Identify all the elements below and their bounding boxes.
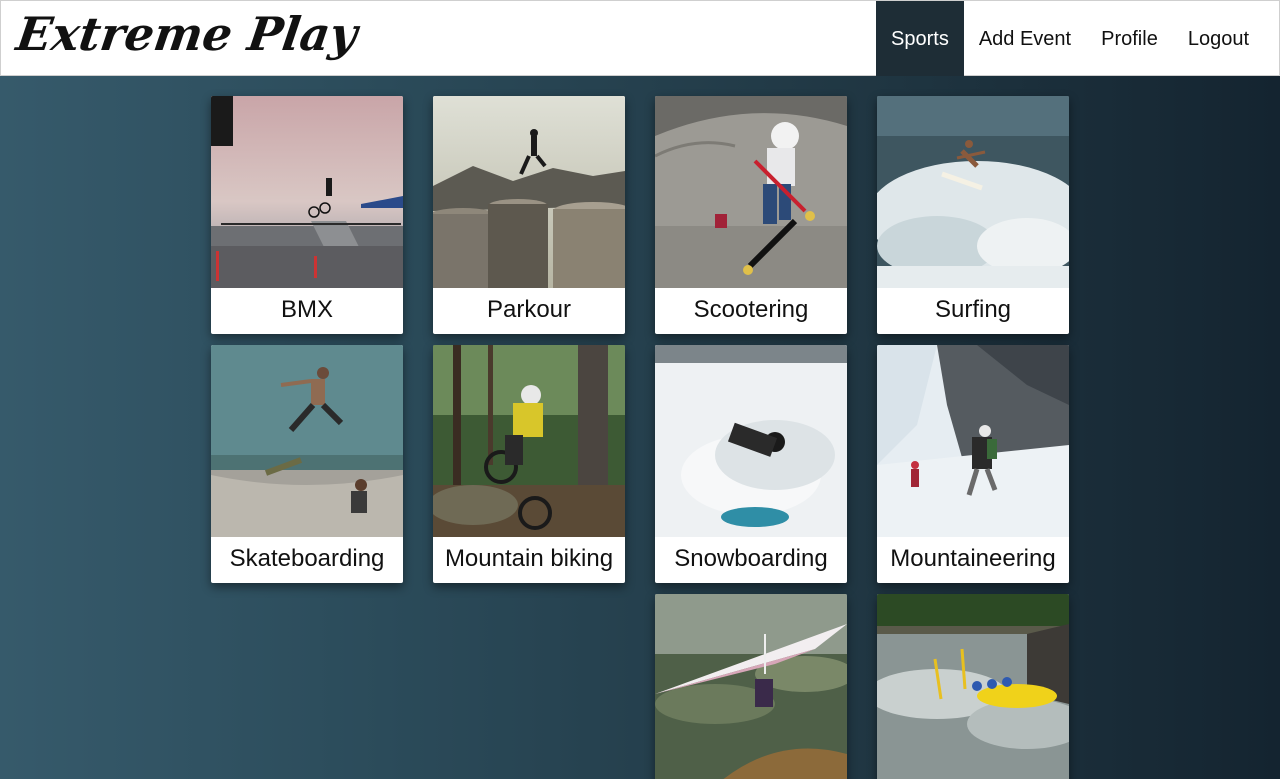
mountain-biking-photo — [433, 345, 625, 537]
nav-item-add-event[interactable]: Add Event — [964, 1, 1086, 76]
sport-card-bmx[interactable]: BMX — [211, 96, 403, 334]
hang-gliding-photo — [655, 594, 847, 779]
sport-card-surfing[interactable]: Surfing — [877, 96, 1069, 334]
nav-item-sports[interactable]: Sports — [876, 1, 964, 76]
sport-card-parkour[interactable]: Parkour — [433, 96, 625, 334]
sport-card-label: Mountaineering — [890, 545, 1056, 572]
rafting-photo — [877, 594, 1069, 779]
app-logo[interactable]: Extreme Play — [13, 7, 360, 61]
skateboarding-photo — [211, 345, 403, 537]
sport-card-rafting[interactable] — [877, 594, 1069, 779]
sport-card-label: Snowboarding — [674, 545, 828, 572]
snowboarding-photo — [655, 345, 847, 537]
sport-card-label: Scootering — [693, 296, 809, 323]
sport-card-mountain-biking[interactable]: Mountain biking — [433, 345, 625, 583]
surfing-photo — [877, 96, 1069, 288]
sport-card-hang-gliding[interactable] — [655, 594, 847, 779]
nav-item-logout[interactable]: Logout — [1173, 1, 1264, 76]
parkour-photo — [433, 96, 625, 288]
mountaineering-photo — [877, 345, 1069, 537]
sport-card-mountaineering[interactable]: Mountaineering — [877, 345, 1069, 583]
sport-card-skateboarding[interactable]: Skateboarding — [211, 345, 403, 583]
sport-card-label: BMX — [280, 296, 333, 323]
bmx-photo — [211, 96, 403, 288]
scootering-photo — [655, 96, 847, 288]
sport-card-label: Surfing — [934, 296, 1012, 323]
sport-card-label: Mountain biking — [444, 545, 614, 572]
sport-card-label: Parkour — [486, 296, 572, 323]
sport-card-label: Skateboarding — [229, 545, 385, 572]
nav-links: Sports Add Event Profile Logout — [876, 1, 1264, 76]
nav-item-profile[interactable]: Profile — [1086, 1, 1173, 76]
sport-card-snowboarding[interactable]: Snowboarding — [655, 345, 847, 583]
sport-card-scootering[interactable]: Scootering — [655, 96, 847, 334]
top-navbar: Extreme Play Sports Add Event Profile Lo… — [0, 0, 1280, 76]
